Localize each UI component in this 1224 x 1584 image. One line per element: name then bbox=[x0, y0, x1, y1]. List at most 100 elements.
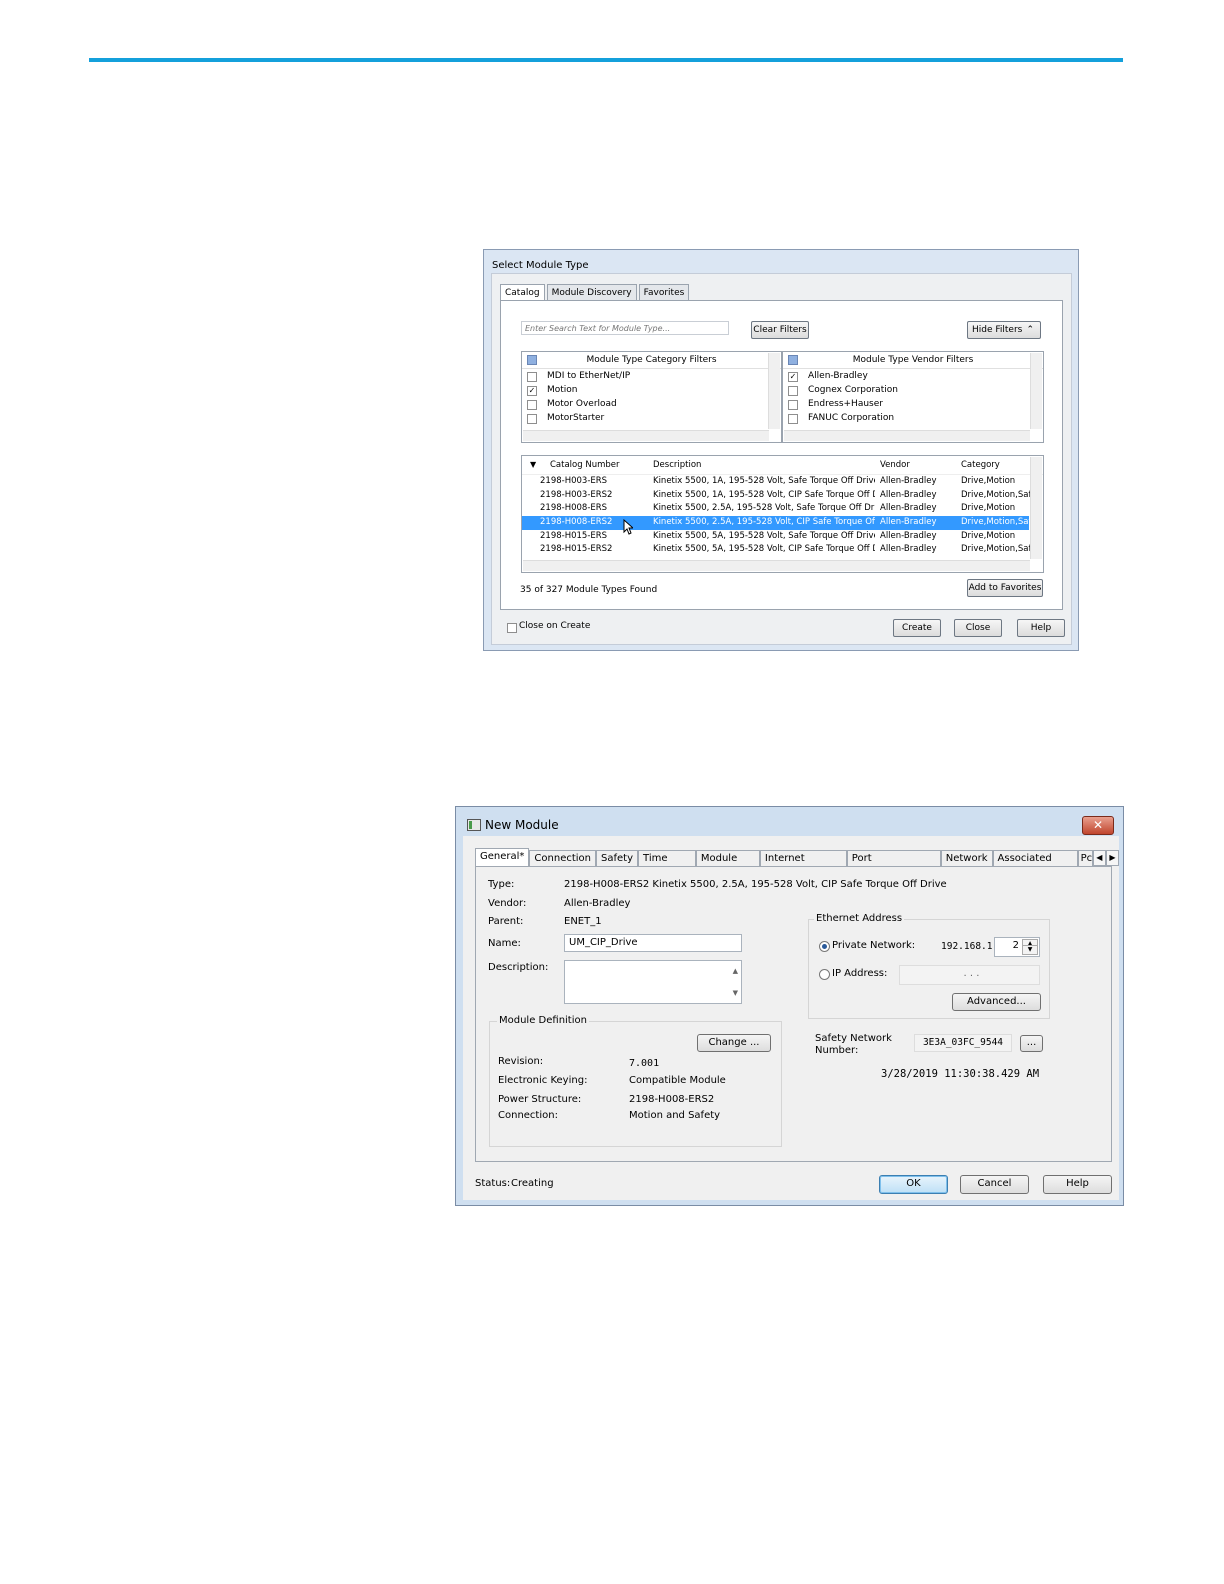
tab-port-configuration[interactable]: Port Configuration bbox=[846, 850, 941, 880]
filter-item[interactable]: Endress+Hauser bbox=[783, 397, 1043, 411]
electronic-keying-label: Electronic Keying: bbox=[498, 1075, 588, 1086]
tab-scroll-left-icon[interactable]: ◀ bbox=[1092, 850, 1106, 866]
help-button[interactable]: Help bbox=[1043, 1175, 1112, 1194]
electronic-keying-value: Compatible Module bbox=[629, 1075, 726, 1086]
vertical-scrollbar[interactable] bbox=[1030, 353, 1042, 429]
checkbox[interactable] bbox=[507, 623, 517, 633]
checkbox[interactable] bbox=[788, 400, 798, 410]
filter-label: MDI to EtherNet/IP bbox=[547, 371, 631, 381]
tab-truncated[interactable]: Pc bbox=[1077, 850, 1093, 867]
cell-description: Kinetix 5500, 1A, 195-528 Volt, Safe Tor… bbox=[653, 476, 875, 486]
octet-value: 2 bbox=[1012, 940, 1019, 951]
private-network-radio[interactable] bbox=[819, 941, 830, 952]
double-chevron-up-icon: ⌃ bbox=[1026, 325, 1034, 335]
cell-vendor: Allen-Bradley bbox=[880, 530, 937, 541]
select-all-checkbox[interactable] bbox=[527, 355, 537, 365]
vertical-scrollbar[interactable] bbox=[768, 353, 780, 429]
table-row[interactable]: 2198-H003-ERS2 Kinetix 5500, 1A, 195-528… bbox=[522, 489, 1043, 503]
filter-label: FANUC Corporation bbox=[808, 413, 895, 423]
checkbox[interactable] bbox=[527, 400, 537, 410]
title-bar[interactable]: New Module ✕ bbox=[456, 807, 1123, 835]
private-network-octet-input[interactable]: 2 ▲ ▼ bbox=[994, 937, 1040, 957]
table-row[interactable]: 2198-H008-ERS Kinetix 5500, 2.5A, 195-52… bbox=[522, 502, 1043, 516]
status-value: Creating bbox=[511, 1178, 554, 1189]
column-header[interactable]: Category bbox=[961, 456, 1030, 474]
checkbox[interactable] bbox=[527, 372, 537, 382]
table-row[interactable]: 2198-H015-ERS Kinetix 5500, 5A, 195-528 … bbox=[522, 530, 1043, 544]
cell-vendor: Allen-Bradley bbox=[880, 489, 937, 500]
filter-label: Endress+Hauser bbox=[808, 399, 883, 409]
scroll-down-icon[interactable]: ▼ bbox=[733, 985, 738, 1001]
cell-category: Drive,Motion bbox=[961, 530, 1016, 541]
help-button[interactable]: Help bbox=[1017, 619, 1065, 637]
cell-category: Drive,Motion bbox=[961, 476, 1016, 486]
filter-item[interactable]: MDI to EtherNet/IP bbox=[522, 369, 781, 383]
status-label: Status: bbox=[475, 1178, 511, 1189]
tab-favorites[interactable]: Favorites bbox=[638, 284, 690, 301]
tab-general[interactable]: General* bbox=[475, 848, 530, 867]
filter-item[interactable]: MotorStarter bbox=[522, 411, 781, 425]
filter-label: Motor Overload bbox=[547, 399, 617, 409]
cell-catalog: 2198-H008-ERS bbox=[540, 503, 608, 514]
spin-down-icon[interactable]: ▼ bbox=[1022, 945, 1038, 955]
tab-module-info[interactable]: Module Info bbox=[695, 850, 760, 880]
catalog-panel: Enter Search Text for Module Type... Cle… bbox=[500, 300, 1063, 610]
select-all-checkbox[interactable] bbox=[788, 355, 798, 365]
filter-item[interactable]: ✓ Motion bbox=[522, 383, 781, 397]
safety-network-browse-button[interactable]: ... bbox=[1020, 1035, 1043, 1052]
table-row-selected[interactable]: 2198-H008-ERS2 Kinetix 5500, 2.5A, 195-5… bbox=[522, 516, 1030, 535]
table-row[interactable]: 2198-H015-ERS2 Kinetix 5500, 5A, 195-528… bbox=[522, 543, 1043, 557]
filter-item[interactable]: Motor Overload bbox=[522, 397, 781, 411]
tab-associated-axes[interactable]: Associated Axes bbox=[992, 850, 1078, 880]
close-icon[interactable]: ✕ bbox=[1082, 816, 1114, 835]
sort-down-icon[interactable]: ▼ bbox=[530, 456, 536, 474]
ip-address-input[interactable]: . . . bbox=[899, 965, 1040, 985]
column-header[interactable]: Description bbox=[653, 456, 875, 474]
revision-label: Revision: bbox=[498, 1056, 544, 1067]
add-to-favorites-button[interactable]: Add to Favorites bbox=[967, 579, 1043, 597]
filter-item[interactable]: FANUC Corporation bbox=[783, 411, 1043, 425]
tab-strip: Catalog Module Discovery Favorites bbox=[500, 284, 691, 303]
tab-safety[interactable]: Safety bbox=[596, 850, 639, 867]
scroll-up-icon[interactable]: ▲ bbox=[733, 963, 738, 979]
close-on-create-option[interactable]: Close on Create bbox=[507, 621, 590, 633]
horizontal-scrollbar[interactable] bbox=[784, 430, 1030, 441]
filter-label: MotorStarter bbox=[547, 413, 605, 423]
advanced-button[interactable]: Advanced... bbox=[952, 993, 1041, 1011]
create-button[interactable]: Create bbox=[893, 619, 941, 637]
search-input[interactable]: Enter Search Text for Module Type... bbox=[521, 321, 729, 335]
checkbox[interactable] bbox=[788, 386, 798, 396]
module-app-icon bbox=[467, 819, 481, 831]
checkbox-checked[interactable]: ✓ bbox=[788, 372, 798, 382]
page-header-rule bbox=[89, 58, 1123, 62]
tab-connection[interactable]: Connection bbox=[529, 850, 597, 867]
horizontal-scrollbar[interactable] bbox=[523, 560, 1030, 571]
checkbox-checked[interactable]: ✓ bbox=[527, 386, 537, 396]
close-button[interactable]: Close bbox=[954, 619, 1002, 637]
new-module-dialog: New Module ✕ General* Connection Safety … bbox=[455, 806, 1124, 1206]
ok-button[interactable]: OK bbox=[879, 1175, 948, 1194]
filter-item[interactable]: ✓ Allen-Bradley bbox=[783, 369, 1043, 383]
hide-filters-button[interactable]: Hide Filters ⌃ bbox=[967, 321, 1041, 339]
clear-filters-button[interactable]: Clear Filters bbox=[751, 321, 809, 339]
column-header[interactable]: Catalog Number bbox=[550, 456, 650, 474]
checkbox[interactable] bbox=[788, 414, 798, 424]
table-header: ▼ Catalog Number Description Vendor Cate… bbox=[522, 456, 1043, 475]
vertical-scrollbar[interactable] bbox=[1030, 457, 1042, 559]
tab-module-discovery[interactable]: Module Discovery bbox=[546, 284, 637, 301]
horizontal-scrollbar[interactable] bbox=[523, 430, 769, 441]
ip-address-radio[interactable] bbox=[819, 969, 830, 980]
cancel-button[interactable]: Cancel bbox=[960, 1175, 1029, 1194]
column-header[interactable]: Vendor bbox=[880, 456, 956, 474]
name-input[interactable]: UM_CIP_Drive bbox=[564, 934, 742, 952]
change-button[interactable]: Change ... bbox=[697, 1034, 771, 1052]
tab-internet-protocol[interactable]: Internet Protocol bbox=[759, 850, 847, 880]
tab-scroll-right-icon[interactable]: ▶ bbox=[1105, 850, 1120, 866]
checkbox[interactable] bbox=[527, 414, 537, 424]
table-row[interactable]: 2198-H003-ERS Kinetix 5500, 1A, 195-528 … bbox=[522, 475, 1043, 489]
tab-network[interactable]: Network bbox=[940, 850, 993, 867]
tab-time-sync[interactable]: Time Sync bbox=[638, 850, 696, 880]
cell-description: Kinetix 5500, 2.5A, 195-528 Volt, CIP Sa… bbox=[653, 517, 875, 528]
description-textarea[interactable]: ▲ ▼ bbox=[564, 960, 742, 1004]
filter-item[interactable]: Cognex Corporation bbox=[783, 383, 1043, 397]
